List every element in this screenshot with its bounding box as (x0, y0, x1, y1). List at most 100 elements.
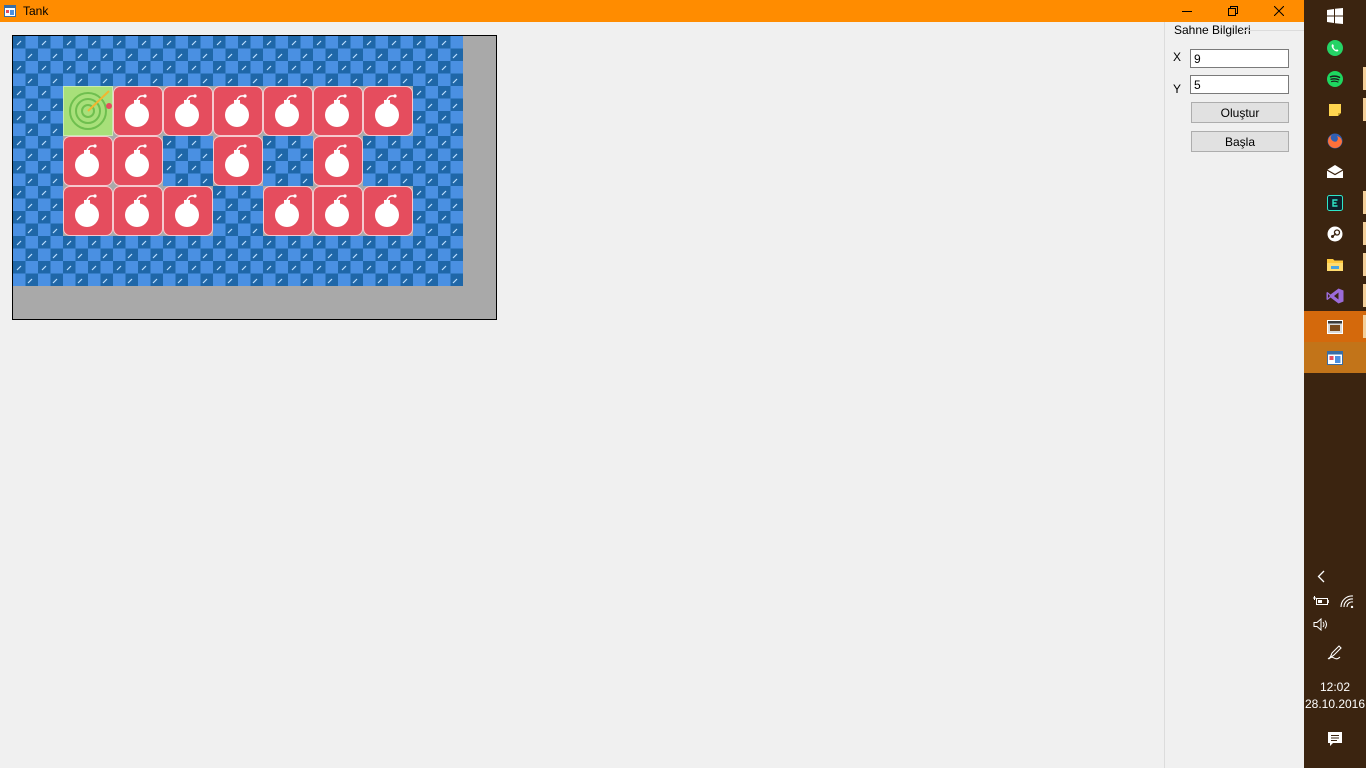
bomb-cell[interactable] (63, 136, 113, 186)
steam-icon (1327, 226, 1343, 241)
water-cell[interactable] (13, 86, 63, 136)
water-cell[interactable] (63, 36, 113, 86)
action-center-button[interactable] (1323, 729, 1347, 749)
restore-icon (1228, 6, 1238, 16)
taskbar-whatsapp[interactable] (1304, 32, 1366, 63)
water-cell[interactable] (113, 36, 163, 86)
scene-info-group-title: Sahne Bilgileri (1172, 23, 1253, 37)
water-cell[interactable] (413, 186, 463, 236)
show-hidden-icons[interactable] (1309, 566, 1333, 586)
water-tile-icon (213, 36, 263, 86)
bomb-cell[interactable] (313, 86, 363, 136)
bomb-cell[interactable] (163, 186, 213, 236)
whatsapp-icon (1327, 39, 1343, 56)
game-board[interactable] (12, 35, 497, 320)
bomb-cell[interactable] (363, 186, 413, 236)
chevron-left-icon (1317, 570, 1325, 582)
start-button[interactable] (1304, 0, 1366, 31)
taskbar-sticky-notes[interactable] (1304, 94, 1366, 125)
water-tile-icon (63, 36, 113, 86)
water-cell[interactable] (313, 236, 363, 286)
bomb-cell[interactable] (113, 186, 163, 236)
water-cell[interactable] (213, 36, 263, 86)
water-cell[interactable] (13, 186, 63, 236)
water-cell[interactable] (363, 236, 413, 286)
water-cell[interactable] (213, 186, 263, 236)
bomb-icon (325, 194, 349, 227)
bomb-icon (375, 194, 399, 227)
taskbar-mail[interactable] (1304, 156, 1366, 187)
bomb-icon (275, 194, 299, 227)
water-tile-icon (413, 136, 463, 186)
water-cell[interactable] (413, 236, 463, 286)
close-icon (1274, 6, 1284, 16)
x-input[interactable] (1190, 49, 1289, 68)
bomb-cell[interactable] (113, 136, 163, 186)
water-cell[interactable] (13, 36, 63, 86)
bomb-icon (175, 194, 199, 227)
close-button[interactable] (1256, 0, 1302, 22)
volume-control[interactable] (1309, 614, 1333, 634)
water-tile-icon (413, 36, 463, 86)
restore-button[interactable] (1210, 0, 1256, 22)
bomb-icon (175, 94, 199, 127)
water-cell[interactable] (263, 236, 313, 286)
taskbar-tank-app[interactable] (1304, 342, 1366, 373)
spotify-icon (1327, 70, 1343, 87)
taskbar-firefox[interactable] (1304, 125, 1366, 156)
title-bar[interactable]: Tank (0, 0, 1304, 22)
water-cell[interactable] (413, 86, 463, 136)
water-tile-icon (13, 86, 63, 136)
water-cell[interactable] (213, 236, 263, 286)
water-cell[interactable] (163, 136, 213, 186)
start-button[interactable]: Başla (1191, 131, 1289, 152)
water-cell[interactable] (63, 236, 113, 286)
water-cell[interactable] (413, 136, 463, 186)
taskbar-file-explorer[interactable] (1304, 249, 1366, 280)
minimize-button[interactable] (1164, 0, 1210, 22)
bomb-cell[interactable] (213, 86, 263, 136)
tank-cell[interactable] (63, 86, 113, 136)
notification-icon (1328, 732, 1342, 746)
bomb-cell[interactable] (63, 186, 113, 236)
water-cell[interactable] (363, 36, 413, 86)
water-cell[interactable] (263, 136, 313, 186)
taskbar-visual-studio[interactable] (1304, 280, 1366, 311)
water-cell[interactable] (413, 36, 463, 86)
bomb-cell[interactable] (263, 86, 313, 136)
network-status[interactable] (1335, 591, 1359, 611)
clock-time[interactable]: 12:02 (1304, 680, 1366, 694)
water-cell[interactable] (13, 136, 63, 186)
bomb-cell[interactable] (263, 186, 313, 236)
water-tile-icon (13, 36, 63, 86)
visual-studio-icon (1326, 288, 1344, 303)
clock-date[interactable]: 28.10.2016 (1304, 697, 1366, 711)
water-tile-icon (363, 136, 413, 186)
water-cell[interactable] (163, 36, 213, 86)
water-tile-icon (263, 36, 313, 86)
create-button[interactable]: Oluştur (1191, 102, 1289, 123)
bomb-cell[interactable] (113, 86, 163, 136)
taskbar-window-app[interactable] (1304, 311, 1366, 342)
taskbar-terminal-app[interactable] (1304, 187, 1366, 218)
water-cell[interactable] (263, 36, 313, 86)
windows-ink-workspace[interactable] (1323, 642, 1347, 662)
water-cell[interactable] (313, 36, 363, 86)
water-cell[interactable] (13, 236, 63, 286)
taskbar-spotify[interactable] (1304, 63, 1366, 94)
bomb-cell[interactable] (313, 136, 363, 186)
start-windows-icon (1327, 7, 1343, 24)
battery-status[interactable] (1309, 591, 1333, 611)
water-cell[interactable] (363, 136, 413, 186)
bomb-cell[interactable] (163, 86, 213, 136)
y-input[interactable] (1190, 75, 1289, 94)
bomb-cell[interactable] (213, 136, 263, 186)
bomb-icon (75, 144, 99, 177)
water-cell[interactable] (113, 236, 163, 286)
taskbar-steam[interactable] (1304, 218, 1366, 249)
water-cell[interactable] (163, 236, 213, 286)
wifi-icon (1340, 594, 1354, 608)
bomb-cell[interactable] (363, 86, 413, 136)
sticky-notes-icon (1329, 103, 1341, 116)
bomb-cell[interactable] (313, 186, 363, 236)
